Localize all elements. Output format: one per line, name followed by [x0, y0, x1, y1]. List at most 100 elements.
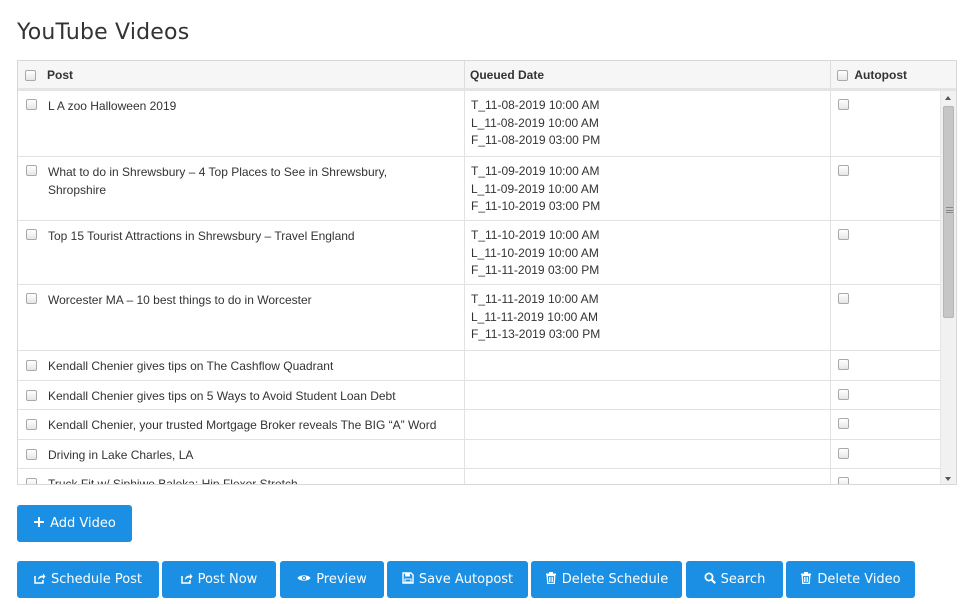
- grid-body: L A zoo Halloween 2019 T_11-08-2019 10:00…: [18, 91, 942, 485]
- scrollbar-thumb[interactable]: [943, 106, 954, 318]
- post-cell: Worcester MA – 10 best things to do in W…: [18, 285, 464, 350]
- table-row[interactable]: What to do in Shrewsbury – 4 Top Places …: [18, 157, 942, 221]
- autopost-all-checkbox[interactable]: [837, 70, 848, 82]
- table-row[interactable]: Truck Fit w/ Siphiwe Baleka: Hip Flexor …: [18, 469, 942, 485]
- row-select-checkbox[interactable]: [26, 229, 37, 240]
- post-column-header[interactable]: Post: [47, 61, 462, 89]
- autopost-checkbox[interactable]: [838, 359, 849, 370]
- post-cell: Truck Fit w/ Siphiwe Baleka: Hip Flexor …: [18, 469, 464, 485]
- queued-date-cell: T_11-08-2019 10:00 AM L_11-08-2019 10:00 …: [464, 91, 830, 156]
- post-title-line: L A zoo Halloween 2019: [48, 99, 177, 113]
- queued-date-entry: T_11-08-2019 10:00 AM: [471, 98, 600, 112]
- autopost-cell: [830, 91, 942, 156]
- queued-date-entry: L_11-08-2019 10:00 AM: [471, 115, 599, 130]
- autopost-cell: [830, 285, 942, 350]
- delete-schedule-button[interactable]: Delete Schedule: [531, 561, 682, 598]
- autopost-column-header: Autopost: [830, 61, 942, 89]
- autopost-cell: [830, 469, 942, 484]
- post-cell: Driving in Lake Charles, LA: [18, 440, 464, 468]
- post-title: Kendall Chenier, your trusted Mortgage B…: [48, 416, 448, 434]
- select-all-checkbox[interactable]: [25, 70, 36, 82]
- row-select-checkbox[interactable]: [26, 419, 37, 430]
- schedule-post-button[interactable]: Schedule Post: [17, 561, 159, 598]
- table-row[interactable]: Driving in Lake Charles, LA: [18, 440, 942, 469]
- post-title: Kendall Chenier gives tips on 5 Ways to …: [48, 387, 448, 405]
- queued-date-entry: L_11-11-2019 10:00 AM: [471, 309, 598, 324]
- row-select-checkbox[interactable]: [26, 99, 37, 110]
- queued-date-cell: [464, 351, 830, 380]
- row-select-checkbox[interactable]: [26, 165, 37, 176]
- scroll-down-icon[interactable]: [945, 477, 951, 481]
- table-row[interactable]: Kendall Chenier, your trusted Mortgage B…: [18, 410, 942, 440]
- queued-date-cell: [464, 440, 830, 468]
- autopost-column-label: Autopost: [854, 68, 907, 82]
- post-cell: Kendall Chenier gives tips on 5 Ways to …: [18, 381, 464, 409]
- post-title-line: Worcester MA – 10 best things to do in W…: [48, 293, 312, 307]
- post-title-line: What to do in Shrewsbury – 4 Top Places …: [48, 165, 388, 179]
- autopost-checkbox[interactable]: [838, 293, 849, 304]
- search-icon: [704, 572, 716, 584]
- post-title: Driving in Lake Charles, LA: [48, 446, 448, 464]
- grip-icon: [946, 207, 953, 213]
- preview-button[interactable]: Preview: [280, 561, 384, 598]
- table-row[interactable]: Kendall Chenier gives tips on The Cashfl…: [18, 351, 942, 381]
- autopost-checkbox[interactable]: [838, 448, 849, 459]
- autopost-checkbox[interactable]: [838, 229, 849, 240]
- post-title: L A zoo Halloween 2019: [48, 97, 448, 115]
- post-title-line: Kendall Chenier gives tips on The Cashfl…: [48, 359, 334, 373]
- post-title: What to do in Shrewsbury – 4 Top Places …: [48, 163, 448, 199]
- autopost-cell: [830, 351, 942, 380]
- add-video-button[interactable]: Add Video: [17, 505, 132, 542]
- table-row[interactable]: Kendall Chenier gives tips on 5 Ways to …: [18, 381, 942, 410]
- post-title: Truck Fit w/ Siphiwe Baleka: Hip Flexor …: [48, 475, 448, 485]
- post-title: Worcester MA – 10 best things to do in W…: [48, 291, 448, 309]
- button-label: Preview: [316, 572, 367, 587]
- add-video-label: Add Video: [50, 516, 116, 531]
- delete-video-button[interactable]: Delete Video: [786, 561, 915, 598]
- autopost-checkbox[interactable]: [838, 418, 849, 429]
- autopost-checkbox[interactable]: [838, 389, 849, 400]
- vertical-scrollbar[interactable]: [940, 91, 956, 484]
- post-title: Kendall Chenier gives tips on The Cashfl…: [48, 357, 448, 375]
- button-label: Post Now: [197, 572, 258, 587]
- autopost-cell: [830, 157, 942, 220]
- post-title-line: Truck Fit w/ Siphiwe Baleka: Hip Flexor …: [48, 477, 298, 485]
- row-select-checkbox[interactable]: [26, 293, 37, 304]
- button-label: Search: [720, 572, 766, 587]
- autopost-checkbox[interactable]: [838, 477, 849, 484]
- post-cell: Top 15 Tourist Attractions in Shrewsbury…: [18, 221, 464, 284]
- table-row[interactable]: Top 15 Tourist Attractions in Shrewsbury…: [18, 221, 942, 285]
- scrollbar-corner: [940, 61, 956, 91]
- videos-grid: Post Queued Date Autopost L A zoo Hallow…: [17, 60, 957, 485]
- select-all-cell: [18, 61, 43, 89]
- row-select-checkbox[interactable]: [26, 449, 37, 460]
- queued-date-cell: [464, 381, 830, 409]
- queued-date-cell: T_11-10-2019 10:00 AM L_11-10-2019 10:00 …: [464, 221, 830, 284]
- queued-date-cell: [464, 469, 830, 484]
- scroll-up-icon[interactable]: [945, 96, 951, 100]
- button-label: Delete Schedule: [561, 572, 669, 587]
- autopost-cell: [830, 381, 942, 409]
- row-select-checkbox[interactable]: [26, 478, 37, 484]
- queued-date-entry: T_11-10-2019 10:00 AM: [471, 228, 600, 242]
- post-title-line: Shropshire: [48, 183, 107, 197]
- save-autopost-button[interactable]: Save Autopost: [387, 561, 528, 598]
- queued-date-cell: T_11-09-2019 10:00 AM L_11-09-2019 10:00 …: [464, 157, 830, 220]
- autopost-checkbox[interactable]: [838, 99, 849, 110]
- row-select-checkbox[interactable]: [26, 360, 37, 371]
- table-row[interactable]: Worcester MA – 10 best things to do in W…: [18, 285, 942, 351]
- search-button[interactable]: Search: [686, 561, 783, 598]
- post-cell: L A zoo Halloween 2019: [18, 91, 464, 156]
- plus-icon: [33, 516, 45, 528]
- button-label: Schedule Post: [50, 572, 143, 587]
- queued-date-entry: F_11-08-2019 03:00 PM: [471, 133, 601, 147]
- post-now-button[interactable]: Post Now: [162, 561, 276, 598]
- save-icon: [402, 572, 414, 584]
- queued-date-cell: T_11-11-2019 10:00 AM L_11-11-2019 10:00 …: [464, 285, 830, 350]
- button-label: Save Autopost: [418, 572, 514, 587]
- autopost-checkbox[interactable]: [838, 165, 849, 176]
- table-row[interactable]: L A zoo Halloween 2019 T_11-08-2019 10:00…: [18, 91, 942, 157]
- row-select-checkbox[interactable]: [26, 390, 37, 401]
- queued-date-column-header[interactable]: Queued Date: [464, 61, 830, 89]
- queued-date-entry: L_11-09-2019 10:00 AM: [471, 181, 599, 196]
